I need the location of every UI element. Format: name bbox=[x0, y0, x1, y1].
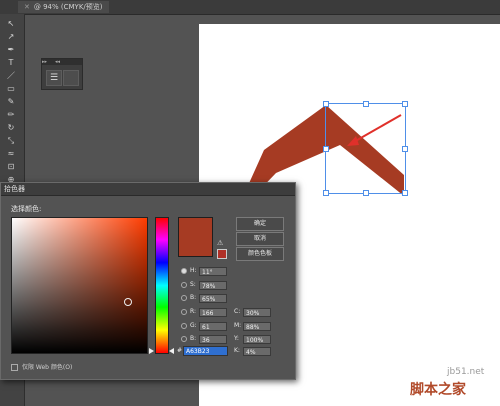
handle-top-center[interactable] bbox=[363, 101, 369, 107]
ok-button[interactable]: 确定 bbox=[236, 217, 284, 231]
input-y[interactable]: 100% bbox=[243, 335, 271, 344]
new-color-swatch bbox=[178, 217, 213, 257]
input-k[interactable]: 4% bbox=[243, 347, 271, 356]
gamut-correction-swatch[interactable] bbox=[217, 249, 227, 259]
radio-h[interactable] bbox=[181, 267, 187, 274]
input-b[interactable]: 65% bbox=[199, 294, 227, 303]
selection-bounding-box[interactable] bbox=[323, 101, 408, 196]
field-row-b[interactable]: B: bbox=[181, 293, 196, 303]
input-g[interactable]: 61 bbox=[199, 322, 227, 331]
field-label-g: G: bbox=[190, 322, 197, 329]
radio-g[interactable] bbox=[181, 322, 187, 329]
field-label-y: Y: bbox=[234, 335, 239, 342]
handle-top-right[interactable] bbox=[402, 101, 408, 107]
input-r[interactable]: 166 bbox=[199, 308, 227, 317]
hue-slider-right-arrow-icon[interactable] bbox=[169, 348, 174, 354]
align-panel-icon[interactable]: ☰ bbox=[46, 70, 62, 86]
select-color-label: 选择颜色: bbox=[11, 205, 42, 213]
field-row-g[interactable]: G: bbox=[181, 321, 197, 331]
color-picker-dialog: 拾色器 选择颜色: ⚠ 确定 取消 颜色色板 H: 11° S: 78% B: … bbox=[0, 182, 296, 380]
watermark-text: 脚本之家 bbox=[410, 382, 466, 398]
field-label-r: R: bbox=[190, 308, 197, 315]
field-row-s[interactable]: S: bbox=[181, 280, 196, 290]
gradient-panel-icon[interactable] bbox=[63, 70, 79, 86]
cancel-button[interactable]: 取消 bbox=[236, 232, 284, 246]
radio-s[interactable] bbox=[181, 281, 187, 288]
color-swatches-button[interactable]: 颜色色板 bbox=[236, 247, 284, 261]
field-label-m: M: bbox=[234, 322, 242, 329]
handle-top-left[interactable] bbox=[323, 101, 329, 107]
field-label-k: K: bbox=[234, 347, 240, 354]
input-c[interactable]: 30% bbox=[243, 308, 271, 317]
radio-b[interactable] bbox=[181, 294, 187, 301]
field-row-h[interactable]: H: bbox=[181, 266, 197, 276]
hue-slider[interactable] bbox=[155, 217, 169, 354]
radio-r[interactable] bbox=[181, 308, 187, 315]
watermark-url: jb51.net bbox=[447, 367, 485, 377]
handle-middle-right[interactable] bbox=[402, 146, 408, 152]
handle-bottom-left[interactable] bbox=[323, 190, 329, 196]
radio-blue[interactable] bbox=[181, 335, 187, 342]
web-colors-only-option[interactable]: 仅限 Web 颜色(O) bbox=[11, 362, 72, 371]
field-label-c: C: bbox=[234, 308, 241, 315]
field-label-b: B: bbox=[190, 294, 197, 301]
field-row-blue[interactable]: B: bbox=[181, 334, 196, 344]
color-field-cursor[interactable] bbox=[124, 298, 132, 306]
color-field[interactable] bbox=[11, 217, 148, 354]
hue-slider-left-arrow-icon[interactable] bbox=[149, 348, 154, 354]
field-label-blue: B: bbox=[190, 335, 197, 342]
handle-middle-left[interactable] bbox=[323, 146, 329, 152]
out-of-gamut-warning-icon[interactable]: ⚠ bbox=[217, 239, 225, 247]
web-colors-checkbox[interactable] bbox=[11, 364, 18, 371]
web-colors-label: 仅限 Web 颜色(O) bbox=[22, 364, 73, 371]
input-s[interactable]: 78% bbox=[199, 281, 227, 290]
hex-label: # bbox=[177, 347, 183, 354]
handle-bottom-right[interactable] bbox=[402, 190, 408, 196]
handle-bottom-center[interactable] bbox=[363, 190, 369, 196]
field-label-h: H: bbox=[190, 267, 197, 274]
dialog-title: 拾色器 bbox=[1, 183, 295, 196]
panel-header[interactable]: ▸▸ ◂◂ bbox=[42, 59, 82, 65]
input-m[interactable]: 88% bbox=[243, 322, 271, 331]
floating-panel: ▸▸ ◂◂ ☰ bbox=[41, 58, 83, 90]
field-row-r[interactable]: R: bbox=[181, 307, 196, 317]
input-blue[interactable]: 36 bbox=[199, 335, 227, 344]
field-label-s: S: bbox=[190, 281, 196, 288]
hex-input[interactable]: A63B23 bbox=[183, 346, 228, 356]
input-h[interactable]: 11° bbox=[199, 267, 227, 276]
